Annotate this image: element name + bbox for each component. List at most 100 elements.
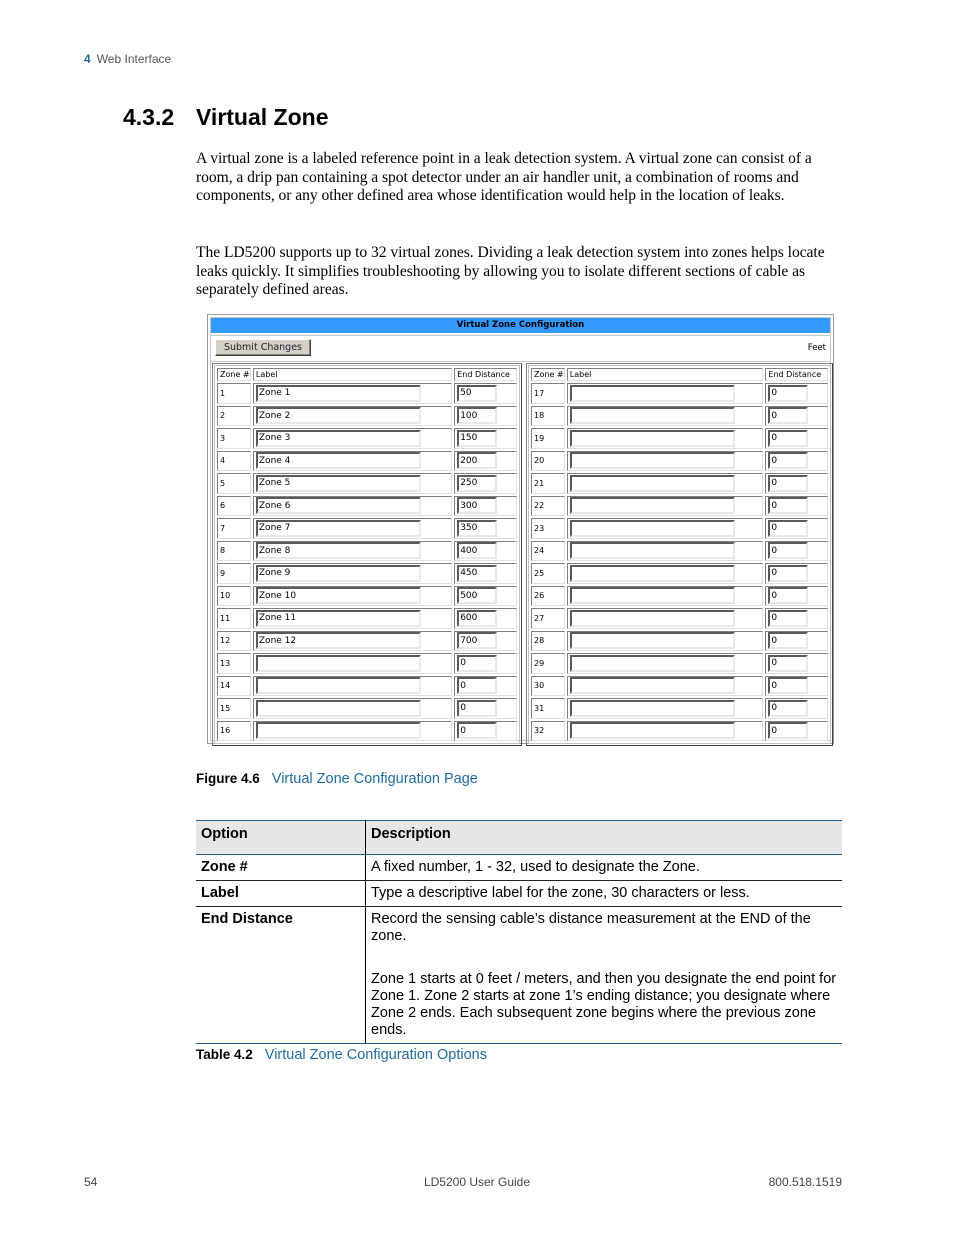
zone-end-distance-input[interactable] xyxy=(768,519,809,537)
zone-label-cell xyxy=(252,698,453,719)
section-number: 4.3.2 xyxy=(123,104,175,130)
zone-label-input[interactable] xyxy=(569,677,735,695)
zone-end-distance-input[interactable] xyxy=(768,542,809,560)
zone-label-cell xyxy=(566,653,764,674)
zone-label-cell xyxy=(252,585,453,606)
zone-end-distance-input[interactable] xyxy=(768,677,809,695)
zone-end-distance-input[interactable] xyxy=(457,654,498,672)
zone-end-distance-input[interactable] xyxy=(768,699,809,717)
zone-label-input[interactable] xyxy=(569,384,735,402)
zone-label-input[interactable] xyxy=(569,587,735,605)
zone-label-input[interactable] xyxy=(569,722,735,740)
zone-label-cell xyxy=(252,540,453,561)
zone-end-distance-input[interactable] xyxy=(768,384,809,402)
figure-tag: Figure 4.6 xyxy=(196,771,260,786)
zone-end-distance-input[interactable] xyxy=(457,609,498,627)
zone-label-cell xyxy=(566,698,764,719)
zone-end-distance-input[interactable] xyxy=(457,452,498,470)
zone-label-input[interactable] xyxy=(569,654,735,672)
zone-end-distance-input[interactable] xyxy=(457,407,498,425)
zone-end-distance-input[interactable] xyxy=(768,429,809,447)
zone-end-distance-input[interactable] xyxy=(457,587,498,605)
zone-label-input[interactable] xyxy=(255,722,421,740)
zone-label-input[interactable] xyxy=(255,384,421,402)
zone-label-input[interactable] xyxy=(255,609,421,627)
zone-label-input[interactable] xyxy=(255,474,421,492)
col-zone-number-header: Zone # xyxy=(217,368,251,381)
zone-end-distance-cell xyxy=(765,608,828,629)
zone-row: 17 xyxy=(530,382,829,405)
zone-label-cell xyxy=(566,675,764,696)
zone-number: 12 xyxy=(217,630,251,651)
zone-label-input[interactable] xyxy=(569,632,735,650)
description-line: Record the sensing cable’s distance meas… xyxy=(371,911,811,944)
zone-end-distance-cell xyxy=(765,473,828,494)
zone-label-cell xyxy=(252,518,453,539)
zone-label-input[interactable] xyxy=(255,632,421,650)
zone-label-input[interactable] xyxy=(255,519,421,537)
zone-end-distance-input[interactable] xyxy=(768,407,809,425)
zone-row: 5 xyxy=(216,472,518,495)
zone-label-input[interactable] xyxy=(255,564,421,582)
table-row: Label Type a descriptive label for the z… xyxy=(196,880,842,907)
zone-end-distance-cell xyxy=(765,450,828,471)
zone-end-distance-input[interactable] xyxy=(768,564,809,582)
section-heading: Virtual Zone xyxy=(196,104,329,130)
zone-label-input[interactable] xyxy=(255,452,421,470)
zone-end-distance-input[interactable] xyxy=(768,587,809,605)
zone-end-distance-input[interactable] xyxy=(768,722,809,740)
zone-label-input[interactable] xyxy=(569,699,735,717)
zone-label-input[interactable] xyxy=(255,497,421,515)
zone-label-input[interactable] xyxy=(569,497,735,515)
zone-label-input[interactable] xyxy=(569,452,735,470)
zone-end-distance-input[interactable] xyxy=(457,474,498,492)
zone-end-distance-input[interactable] xyxy=(457,542,498,560)
zone-end-distance-input[interactable] xyxy=(457,722,498,740)
zone-end-distance-input[interactable] xyxy=(768,497,809,515)
zone-label-input[interactable] xyxy=(569,542,735,560)
zone-row: 28 xyxy=(530,630,829,653)
zone-end-distance-input[interactable] xyxy=(457,429,498,447)
zone-number: 10 xyxy=(217,585,251,606)
zone-end-distance-input[interactable] xyxy=(457,497,498,515)
zone-end-distance-input[interactable] xyxy=(457,519,498,537)
zone-label-input[interactable] xyxy=(255,654,421,672)
zone-number: 9 xyxy=(217,563,251,584)
zone-end-distance-input[interactable] xyxy=(768,452,809,470)
phone-number: 800.518.1519 xyxy=(768,1175,842,1189)
zone-label-input[interactable] xyxy=(255,429,421,447)
zone-label-input[interactable] xyxy=(255,587,421,605)
zone-table-right: Zone #LabelEnd Distance17181920212223242… xyxy=(526,363,833,746)
zone-label-cell xyxy=(566,720,764,741)
zone-row: 29 xyxy=(530,652,829,675)
zone-label-input[interactable] xyxy=(569,474,735,492)
submit-changes-button[interactable]: Submit Changes xyxy=(215,339,311,356)
chapter-number: 4 xyxy=(84,52,91,66)
zone-row: 20 xyxy=(530,450,829,473)
zone-end-distance-input[interactable] xyxy=(457,699,498,717)
zone-end-distance-input[interactable] xyxy=(768,632,809,650)
zone-label-input[interactable] xyxy=(255,542,421,560)
zone-label-input[interactable] xyxy=(255,677,421,695)
zone-end-distance-input[interactable] xyxy=(768,654,809,672)
zone-label-input[interactable] xyxy=(255,407,421,425)
zone-label-input[interactable] xyxy=(569,564,735,582)
zone-row: 8 xyxy=(216,540,518,563)
zone-label-input[interactable] xyxy=(569,519,735,537)
zone-end-distance-input[interactable] xyxy=(768,474,809,492)
option-description: Record the sensing cable’s distance meas… xyxy=(365,906,842,1044)
zone-end-distance-input[interactable] xyxy=(768,609,809,627)
zone-label-input[interactable] xyxy=(569,429,735,447)
zone-label-cell xyxy=(566,450,764,471)
zone-end-distance-input[interactable] xyxy=(457,564,498,582)
zone-row: 30 xyxy=(530,675,829,698)
zone-label-input[interactable] xyxy=(255,699,421,717)
zone-row: 16 xyxy=(216,720,518,743)
zone-end-distance-input[interactable] xyxy=(457,677,498,695)
zone-label-input[interactable] xyxy=(569,609,735,627)
zone-end-distance-input[interactable] xyxy=(457,384,498,402)
intro-paragraph: A virtual zone is a labeled reference po… xyxy=(196,150,812,205)
zone-label-input[interactable] xyxy=(569,407,735,425)
zone-end-distance-input[interactable] xyxy=(457,632,498,650)
zone-number: 29 xyxy=(531,653,565,674)
